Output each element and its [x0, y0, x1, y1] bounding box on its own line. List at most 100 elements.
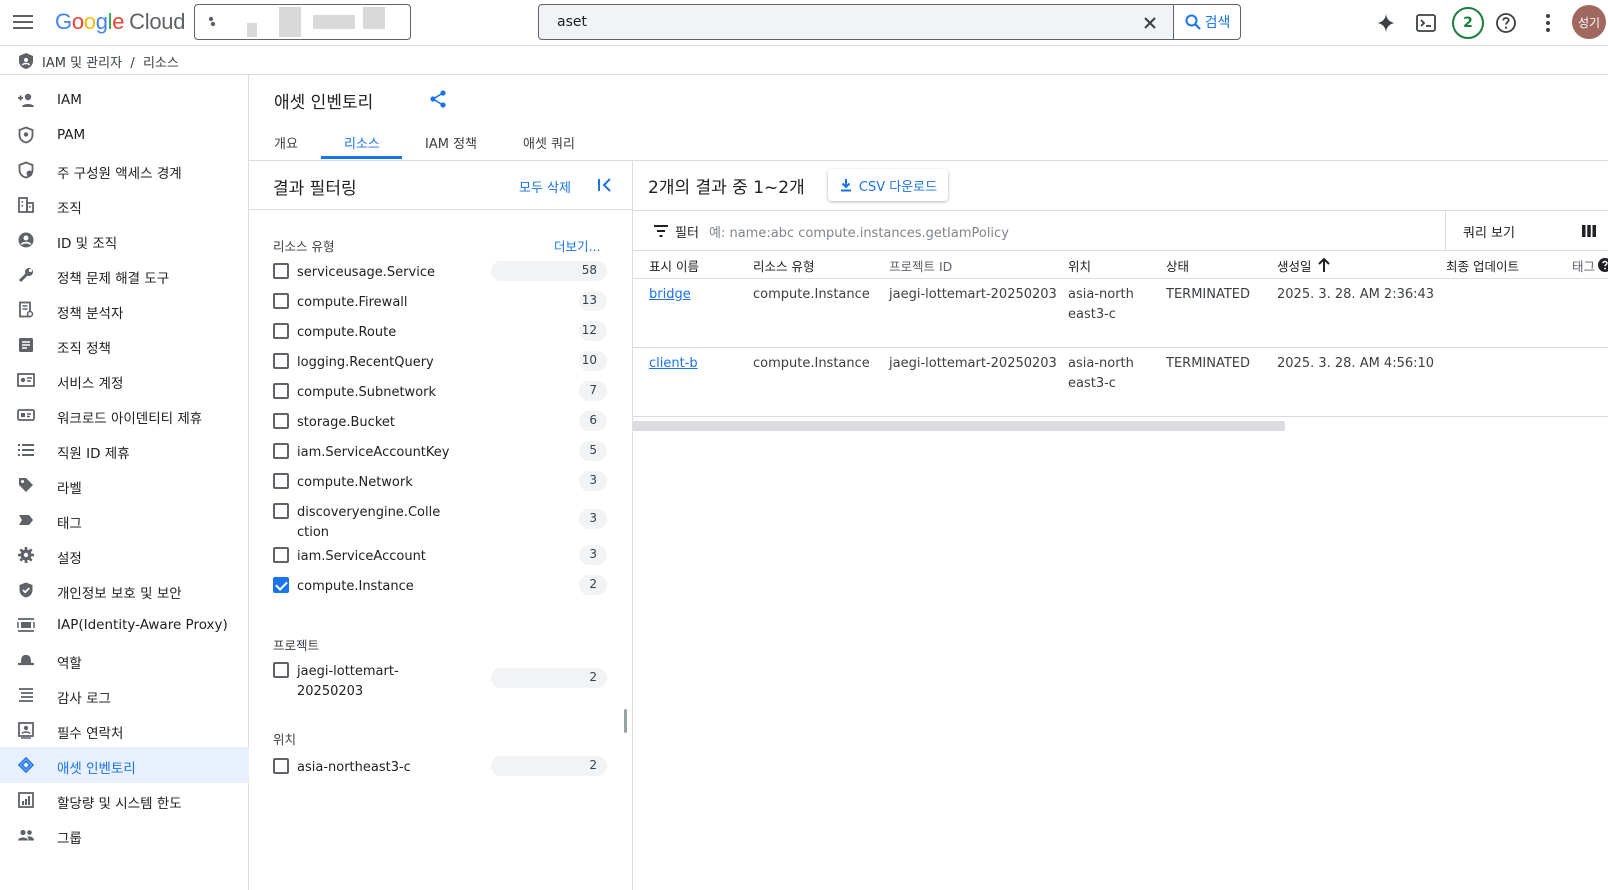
help-icon[interactable] — [1493, 10, 1519, 36]
checkbox[interactable] — [273, 443, 289, 459]
nav-item-tags[interactable]: 태그 — [0, 502, 249, 538]
nav-item-workforce-identity[interactable]: 직원 ID 제휴 — [0, 432, 249, 468]
filter-option[interactable]: iam.ServiceAccount 3 — [273, 541, 613, 571]
filter-count: 3 — [589, 511, 597, 525]
filter-option[interactable]: logging.RecentQuery 10 — [273, 347, 613, 377]
filter-input[interactable]: 예: name:abc compute.instances.getIamPoli… — [709, 222, 1009, 241]
nav-item-principal-access-boundary[interactable]: 주 구성원 액세스 경계 — [0, 152, 249, 188]
nav-item-audit-logs[interactable]: 감사 로그 — [0, 677, 249, 713]
filter-option[interactable]: asia-northeast3-c 2 — [273, 752, 613, 782]
cloud-shell-icon[interactable] — [1413, 10, 1439, 36]
checkbox[interactable] — [273, 383, 289, 399]
column-header-project-id[interactable]: 프로젝트 ID — [889, 256, 952, 275]
nav-item-identity-org[interactable]: ID 및 조직 — [0, 222, 249, 258]
filter-option[interactable]: compute.Subnetwork 7 — [273, 377, 613, 407]
help-icon[interactable] — [1598, 258, 1608, 272]
nav-item-iam[interactable]: IAM — [0, 82, 249, 118]
nav-item-quotas[interactable]: 할당량 및 시스템 한도 — [0, 782, 249, 818]
tab-asset-query[interactable]: 애셋 쿼리 — [523, 133, 575, 152]
filter-option-label: logging.RecentQuery — [297, 355, 434, 370]
breadcrumb-bar: IAM 및 관리자 / 리소스 — [0, 46, 1608, 75]
nav-item-policy-analyzer[interactable]: 정책 분석자 — [0, 292, 249, 328]
redacted-project-name — [363, 7, 385, 29]
nav-item-service-accounts[interactable]: 서비스 계정 — [0, 362, 249, 398]
clear-all-button[interactable]: 모두 삭제 — [519, 177, 571, 196]
column-header-tags[interactable]: 태그 — [1572, 256, 1595, 275]
nav-item-workload-identity[interactable]: 워크로드 아이덴티티 제휴 — [0, 397, 249, 433]
filter-option-label: asia-northeast3-c — [297, 760, 411, 775]
show-more-link[interactable]: 더보기... — [554, 236, 600, 255]
share-icon[interactable] — [428, 89, 448, 109]
notifications-badge[interactable]: 2 — [1452, 7, 1484, 39]
column-header-display-name[interactable]: 표시 이름 — [649, 256, 699, 275]
tab-iam-policy[interactable]: IAM 정책 — [425, 133, 477, 152]
column-header-created[interactable]: 생성일 — [1277, 256, 1312, 275]
filter-option[interactable]: compute.Firewall 13 — [273, 287, 613, 317]
checkbox-checked[interactable] — [273, 577, 289, 593]
iap-icon — [17, 618, 35, 632]
filter-option-label: iam.ServiceAccount — [297, 549, 426, 564]
filter-option[interactable]: compute.Route 12 — [273, 317, 613, 347]
nav-item-org-policy[interactable]: 조직 정책 — [0, 327, 249, 363]
filter-option[interactable]: compute.Network 3 — [273, 467, 613, 497]
sort-ascending-icon[interactable] — [1317, 257, 1331, 273]
filter-option[interactable]: compute.Instance 2 — [273, 571, 613, 601]
column-header-resource-type[interactable]: 리소스 유형 — [753, 256, 814, 275]
resource-name-link[interactable]: bridge — [649, 285, 691, 305]
column-header-location[interactable]: 위치 — [1068, 256, 1091, 275]
csv-download-button[interactable]: CSV 다운로드 — [828, 169, 948, 201]
checkbox[interactable] — [273, 323, 289, 339]
project-id-cell: jaegi-lottemart-20250203 — [889, 356, 1057, 371]
column-header-last-updated[interactable]: 최종 업데이트 — [1446, 256, 1519, 275]
nav-item-settings[interactable]: 설정 — [0, 537, 249, 573]
filter-option[interactable]: iam.ServiceAccountKey 5 — [273, 437, 613, 467]
breadcrumb[interactable]: IAM 및 관리자 / 리소스 — [42, 52, 179, 71]
checkbox[interactable] — [273, 293, 289, 309]
close-icon[interactable] — [1141, 14, 1159, 32]
checkbox[interactable] — [273, 547, 289, 563]
nav-item-organization[interactable]: 조직 — [0, 187, 249, 223]
checkbox[interactable] — [273, 353, 289, 369]
resource-name-link[interactable]: client-b — [649, 354, 698, 374]
tab-resources[interactable]: 리소스 — [344, 133, 380, 152]
filter-option[interactable]: jaegi-lottemart-20250203 2 — [273, 656, 613, 700]
checkbox[interactable] — [273, 758, 289, 774]
checkbox[interactable] — [273, 662, 289, 678]
project-picker[interactable] — [194, 4, 411, 40]
nav-item-roles[interactable]: 역할 — [0, 642, 249, 678]
state-cell: TERMINATED — [1166, 287, 1251, 302]
column-header-state[interactable]: 상태 — [1166, 256, 1189, 275]
filter-option[interactable]: serviceusage.Service 58 — [273, 257, 613, 287]
tab-overview[interactable]: 개요 — [274, 133, 298, 152]
checkbox[interactable] — [273, 263, 289, 279]
panel-scrollbar[interactable] — [624, 709, 627, 733]
nav-item-asset-inventory[interactable]: 애셋 인벤토리 — [0, 747, 249, 783]
nav-item-labels[interactable]: 라벨 — [0, 467, 249, 503]
table-row: bridge compute.Instance jaegi-lottemart-… — [633, 279, 1608, 348]
checkbox[interactable] — [273, 413, 289, 429]
nav-item-iap[interactable]: IAP(Identity-Aware Proxy) — [0, 607, 249, 643]
nav-item-privacy-security[interactable]: 개인정보 보호 및 보안 — [0, 572, 249, 608]
column-display-icon[interactable] — [1581, 223, 1597, 239]
checkbox[interactable] — [273, 503, 289, 519]
avatar[interactable]: 성기 — [1572, 5, 1606, 39]
filter-option[interactable]: discoveryengine.Collection 3 — [273, 497, 613, 541]
filter-option[interactable]: storage.Bucket 6 — [273, 407, 613, 437]
google-cloud-logo[interactable]: Google Cloud — [55, 9, 185, 35]
view-query-button[interactable]: 쿼리 보기 — [1463, 222, 1515, 241]
nav-item-pam[interactable]: PAM — [0, 117, 249, 153]
horizontal-scrollbar[interactable] — [633, 421, 1285, 431]
nav-item-policy-troubleshooter[interactable]: 정책 문제 해결 도구 — [0, 257, 249, 293]
nav-item-essential-contacts[interactable]: 필수 연락처 — [0, 712, 249, 748]
search-button[interactable]: 검색 — [1173, 4, 1241, 40]
more-vert-icon[interactable] — [1535, 10, 1561, 36]
gemini-sparkle-icon[interactable] — [1373, 10, 1399, 36]
checkbox[interactable] — [273, 473, 289, 489]
search-input[interactable]: aset — [557, 14, 587, 30]
filter-count-bar: 5 — [579, 441, 607, 461]
search-bar[interactable]: aset — [538, 4, 1174, 40]
menu-icon[interactable] — [10, 9, 36, 35]
left-nav: IAM PAM 주 구성원 액세스 경계 조직 ID 및 조직 정책 문제 해결… — [0, 75, 249, 890]
collapse-panel-icon[interactable] — [595, 175, 615, 195]
nav-item-groups[interactable]: 그룹 — [0, 817, 249, 853]
